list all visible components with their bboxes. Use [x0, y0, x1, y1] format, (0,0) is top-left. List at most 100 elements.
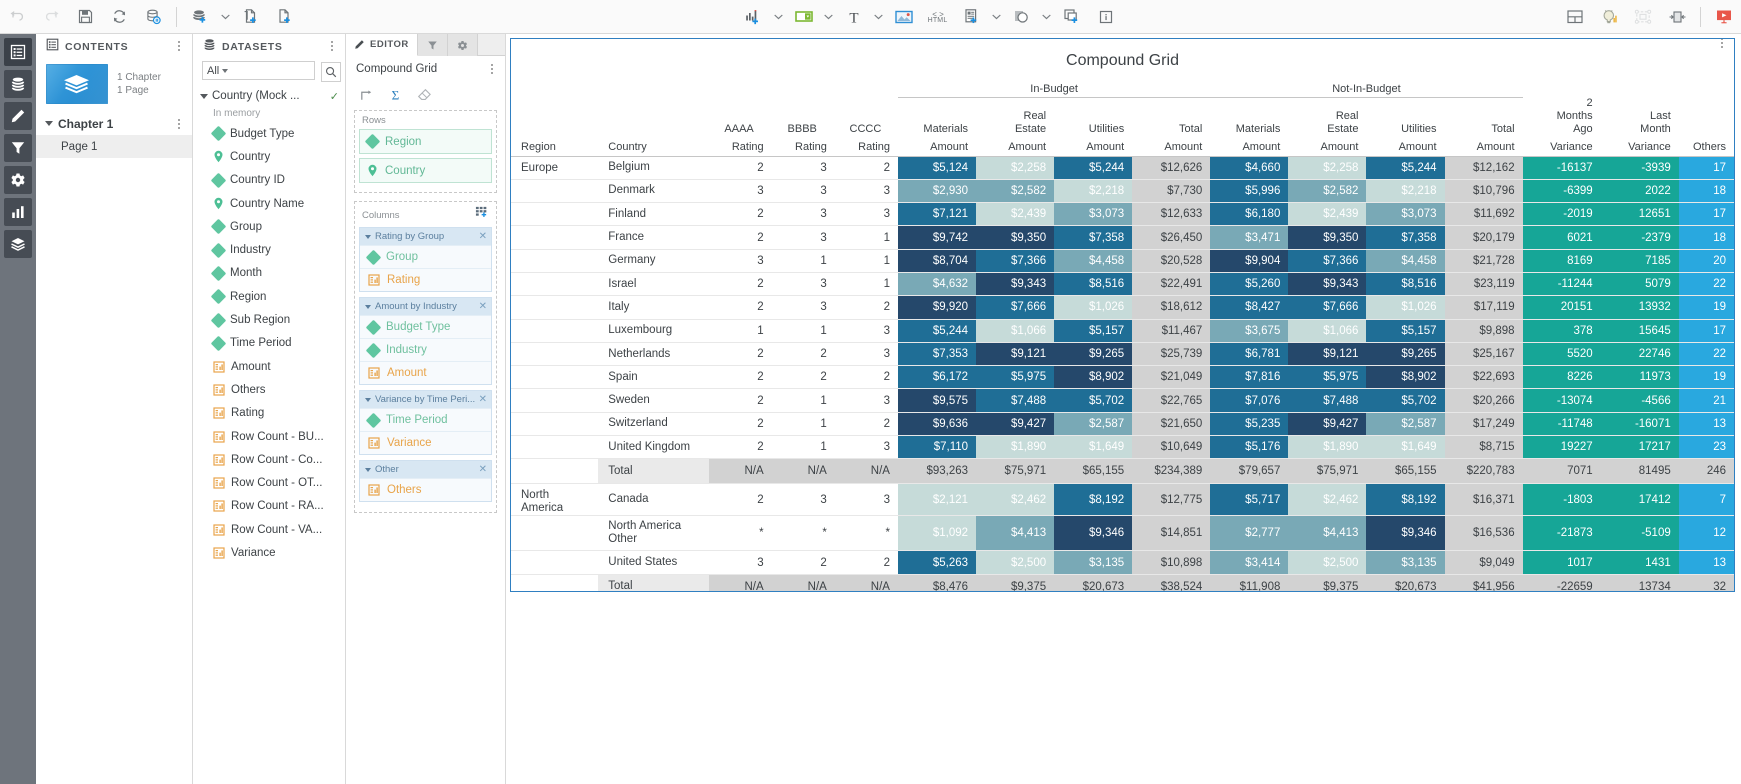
insert-shape-icon[interactable]	[1005, 2, 1039, 32]
column-group-item[interactable]: Amount	[360, 361, 491, 384]
datasets-panel-menu-icon[interactable]	[325, 38, 339, 54]
table-row[interactable]: Sweden213$9,575$7,488$5,702$22,765$7,076…	[511, 389, 1734, 412]
insights-icon[interactable]	[1592, 2, 1626, 32]
dataset-attribute-item[interactable]: Budget Type	[193, 122, 345, 145]
insert-shape-chevron-down-icon[interactable]	[1039, 2, 1055, 32]
dataset-metric-item[interactable]: Row Count - VA...	[193, 518, 345, 541]
insert-panel-stack-icon[interactable]	[1055, 2, 1089, 32]
table-row[interactable]: Italy232$9,920$7,666$1,026$18,612$8,427$…	[511, 296, 1734, 319]
add-dataset-chevron-down-icon[interactable]	[217, 2, 233, 32]
column-group-header[interactable]: Rating by Group ✕	[360, 228, 491, 245]
sidebar-item-layers[interactable]	[4, 230, 32, 258]
dataset-attribute-item[interactable]: Industry	[193, 238, 345, 261]
dataset-attribute-item[interactable]: Country Name	[193, 192, 345, 215]
column-group-header[interactable]: Amount by Industry ✕	[360, 298, 491, 315]
column-group-item[interactable]: Variance	[360, 431, 491, 454]
table-row[interactable]: TotalN/AN/AN/A$93,263$75,971$65,155$234,…	[511, 459, 1734, 484]
sidebar-item-datasets[interactable]	[4, 70, 32, 98]
rows-pill[interactable]: Region	[359, 129, 492, 154]
chapter-menu-icon[interactable]	[172, 116, 186, 132]
column-group-header[interactable]: Other ✕	[360, 461, 491, 478]
dataset-metric-item[interactable]: Others	[193, 378, 345, 401]
insert-selector-icon[interactable]	[787, 2, 821, 32]
pivot-icon[interactable]	[353, 84, 379, 106]
insert-info-window-icon[interactable]	[955, 2, 989, 32]
table-row[interactable]: France231$9,742$9,350$7,358$26,450$3,471…	[511, 226, 1734, 249]
column-group-item[interactable]: Others	[360, 478, 491, 501]
tab-editor[interactable]: EDITOR	[346, 34, 418, 56]
sidebar-item-settings[interactable]	[4, 166, 32, 194]
table-row[interactable]: United States322$5,263$2,500$3,135$10,89…	[511, 551, 1734, 574]
page-tree-item[interactable]: Page 1	[36, 135, 192, 158]
sidebar-item-analytics[interactable]	[4, 198, 32, 226]
chapter-tree-item[interactable]: Chapter 1	[36, 112, 192, 135]
close-icon[interactable]: ✕	[479, 301, 487, 312]
dataset-metric-item[interactable]: Row Count - Co...	[193, 448, 345, 471]
dataset-metric-item[interactable]: Row Count - BU...	[193, 425, 345, 448]
column-group-header[interactable]: Variance by Time Peri... ✕	[360, 391, 491, 408]
add-page-icon[interactable]	[267, 2, 301, 32]
column-group-item[interactable]: Industry	[360, 338, 491, 361]
save-icon[interactable]	[68, 2, 102, 32]
rows-drop-zone[interactable]: Rows RegionCountry	[354, 110, 497, 193]
tab-filters[interactable]	[418, 34, 448, 56]
sidebar-item-contents[interactable]	[4, 38, 32, 66]
dataset-metric-item[interactable]: Amount	[193, 355, 345, 378]
dataset-metric-item[interactable]: Variance	[193, 541, 345, 564]
close-icon[interactable]: ✕	[479, 464, 487, 475]
document-thumbnail[interactable]	[46, 64, 108, 104]
column-group-item[interactable]: Rating	[360, 268, 491, 291]
insert-info-window-chevron-down-icon[interactable]	[989, 2, 1005, 32]
table-row[interactable]: Spain222$6,172$5,975$8,902$21,049$7,816$…	[511, 366, 1734, 389]
dataset-attribute-item[interactable]: Sub Region	[193, 308, 345, 331]
editor-menu-icon[interactable]	[485, 61, 499, 77]
dataset-attribute-item[interactable]: Region	[193, 285, 345, 308]
columns-drop-zone[interactable]: Columns Rating by Group ✕ GroupRating Am…	[354, 201, 497, 513]
table-row[interactable]: TotalN/AN/AN/A$8,476$9,375$20,673$38,524…	[511, 574, 1734, 592]
visualization-menu-icon[interactable]	[1715, 38, 1729, 51]
dataset-metric-item[interactable]: Row Count - RA...	[193, 495, 345, 518]
dataset-pause-icon[interactable]	[136, 2, 170, 32]
table-row[interactable]: Luxembourg113$5,244$1,066$5,157$11,467$3…	[511, 319, 1734, 342]
dataset-attribute-item[interactable]: Group	[193, 215, 345, 238]
subtotals-icon[interactable]: Σ	[382, 84, 408, 106]
chevron-down-icon[interactable]	[200, 94, 208, 99]
chevron-down-icon[interactable]	[45, 121, 53, 126]
close-icon[interactable]: ✕	[479, 231, 487, 242]
chevron-down-icon[interactable]	[365, 305, 371, 309]
contents-panel-menu-icon[interactable]	[172, 38, 186, 54]
table-row[interactable]: Germany311$8,704$7,366$4,458$20,528$9,90…	[511, 249, 1734, 272]
dataset-metric-item[interactable]: Rating	[193, 402, 345, 425]
compound-grid-visualization[interactable]: Compound Grid In-BudgetNot-In-Budget AAA…	[510, 38, 1735, 592]
undo-icon[interactable]	[0, 2, 34, 32]
rows-pill[interactable]: Country	[359, 158, 492, 183]
insert-image-icon[interactable]	[887, 2, 921, 32]
sidebar-item-editor[interactable]	[4, 102, 32, 130]
chevron-down-icon[interactable]	[365, 235, 371, 239]
table-row[interactable]: Finland233$7,121$2,439$3,073$12,633$6,18…	[511, 203, 1734, 226]
redo-icon[interactable]	[34, 2, 68, 32]
group-icon[interactable]	[1626, 2, 1660, 32]
table-row[interactable]: North America Other***$1,092$4,413$9,346…	[511, 516, 1734, 551]
add-document-icon[interactable]	[233, 2, 267, 32]
dataset-search-button[interactable]	[321, 62, 341, 82]
table-row[interactable]: Netherlands223$7,353$9,121$9,265$25,739$…	[511, 342, 1734, 365]
dataset-attribute-item[interactable]: Month	[193, 262, 345, 285]
eraser-icon[interactable]	[411, 84, 437, 106]
presentation-icon[interactable]	[1707, 2, 1741, 32]
sidebar-item-filters[interactable]	[4, 134, 32, 162]
fit-icon[interactable]	[1660, 2, 1694, 32]
dataset-root-item[interactable]: Country (Mock ... ✓	[193, 86, 345, 106]
column-group-item[interactable]: Time Period	[360, 408, 491, 431]
table-row[interactable]: Israel231$4,632$9,343$8,516$22,491$5,260…	[511, 272, 1734, 295]
chevron-down-icon[interactable]	[365, 398, 371, 402]
table-row[interactable]: EuropeBelgium232$5,124$2,258$5,244$12,62…	[511, 156, 1734, 179]
layout-icon[interactable]	[1558, 2, 1592, 32]
insert-text-icon[interactable]: T	[837, 2, 871, 32]
chevron-down-icon[interactable]	[365, 468, 371, 472]
add-column-set-icon[interactable]	[475, 206, 492, 224]
table-row[interactable]: Denmark333$2,930$2,582$2,218$7,730$5,996…	[511, 179, 1734, 202]
insert-info-icon[interactable]	[1089, 2, 1123, 32]
insert-text-chevron-down-icon[interactable]	[871, 2, 887, 32]
table-row[interactable]: United Kingdom213$7,110$1,890$1,649$10,6…	[511, 436, 1734, 459]
